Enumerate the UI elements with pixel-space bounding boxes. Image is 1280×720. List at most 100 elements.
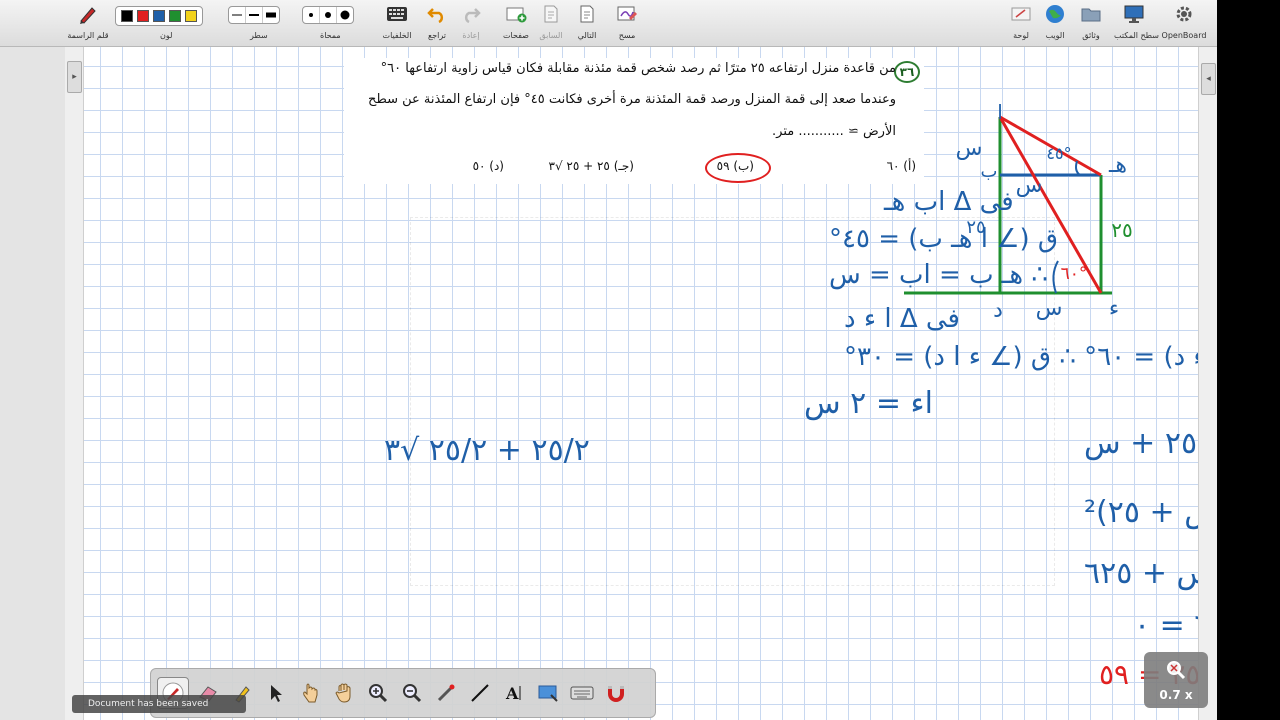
- stylus-line-button[interactable]: [465, 678, 495, 708]
- clear-page-icon: [614, 2, 640, 26]
- folder-icon: [1078, 2, 1104, 26]
- label-s-top: س: [956, 136, 983, 161]
- ink-layer: ا ب هـ د ء س س س ٢٥ ٤٥° ٢٥ ٦٠° فى Δ اب ه…: [384, 100, 1198, 691]
- undo-button[interactable]: تراجع: [422, 2, 452, 40]
- redo-icon: [458, 2, 484, 26]
- text-icon: A: [505, 684, 521, 703]
- right-letterbox: [1217, 0, 1280, 720]
- stylus-laser-button[interactable]: [431, 678, 461, 708]
- zoom-in-icon: [369, 684, 388, 703]
- stylus-select-button[interactable]: [261, 678, 291, 708]
- right-dock-toggle[interactable]: ◂: [1201, 63, 1216, 95]
- web-label: الويب: [1045, 31, 1065, 40]
- ink-step-1: فى Δ اب هـ: [883, 187, 1014, 217]
- label-h: هـ: [1108, 153, 1127, 178]
- zoom-level: 0.7 x: [1159, 688, 1193, 702]
- gear-icon: [1171, 2, 1197, 26]
- label-d: د: [993, 298, 1003, 323]
- board-mode-button[interactable]: لوحة: [1006, 2, 1036, 40]
- color-green-swatch[interactable]: [169, 10, 181, 22]
- pages-label: صفحات: [503, 31, 529, 40]
- svg-text:A: A: [505, 684, 519, 703]
- ink-step-5: ق (∠ ا ء د) = ٦٠° ∴ ق (∠ ء ا د) = ٣٠°: [844, 342, 1198, 372]
- hand-icon: [335, 683, 351, 703]
- ink-step-2: ق (∠ ا هـ ب) = ٤٥°: [829, 224, 1058, 254]
- openboard-menu-button[interactable]: OpenBoard: [1160, 2, 1208, 40]
- arrow-cursor-icon: [271, 685, 282, 702]
- next-page-button[interactable]: التالي: [572, 2, 602, 40]
- stylus-zoom-in-button[interactable]: [363, 678, 393, 708]
- zoom-indicator[interactable]: 0.7 x: [1144, 652, 1208, 708]
- ink-step-9: ٤س² = س² + س² + ٥٠س + ٦٢٥: [1084, 556, 1198, 591]
- ink-step-6: اء = ٢ س: [804, 386, 933, 421]
- ink-step-3: ∴ هـ ب = اب = س: [829, 260, 1048, 290]
- pen-label: قلم الراسمة: [67, 31, 109, 40]
- color-blue-swatch[interactable]: [153, 10, 165, 22]
- ink-step-8: (٢س)² = س² + (س + ٢٥)²: [1084, 495, 1198, 530]
- eraser-small-button[interactable]: [303, 7, 320, 23]
- previous-page-button[interactable]: السابق: [536, 2, 566, 40]
- desktop-label: سطح المكتب: [1114, 31, 1159, 40]
- pages-button[interactable]: صفحات: [500, 2, 532, 40]
- left-dock: ▸: [65, 47, 84, 720]
- color-red-swatch[interactable]: [137, 10, 149, 22]
- pen-icon: [75, 2, 101, 26]
- stylus-keyboard-button[interactable]: [567, 678, 597, 708]
- monitor-icon: [1121, 2, 1147, 26]
- background-label: الخلفيات: [382, 31, 412, 40]
- ink-side-result: ٢٥/٢ + ٢٥/٢ √٣: [384, 433, 590, 468]
- keyboard-grid-icon: [384, 2, 410, 26]
- globe-icon: [1042, 2, 1068, 26]
- right-dock: ◂: [1198, 47, 1217, 720]
- redo-label: إعادة: [462, 31, 480, 40]
- eraser-label: ممحاة: [320, 31, 341, 40]
- stylus-capture-button[interactable]: [533, 678, 563, 708]
- next-page-icon: [574, 2, 600, 26]
- magnet-icon: [608, 686, 624, 702]
- document-saved-toast: Document has been saved: [72, 695, 246, 713]
- whiteboard-canvas[interactable]: ٣٦ من قاعدة منزل ارتفاعه ٢٥ مترًا ثم رصد…: [84, 47, 1198, 720]
- web-mode-button[interactable]: الويب: [1040, 2, 1070, 40]
- line-label: سطر: [250, 31, 268, 40]
- label-s-bottom: س: [1036, 296, 1063, 321]
- eraser-size-selector: [302, 6, 354, 24]
- stylus-hand-button[interactable]: [329, 678, 359, 708]
- redo-button[interactable]: إعادة: [456, 2, 486, 40]
- stylus-zoom-out-button[interactable]: [397, 678, 427, 708]
- label-25-right: ٢٥: [1111, 218, 1132, 242]
- clear-label: مسح: [618, 31, 636, 40]
- line-icon: [471, 684, 489, 702]
- screen-capture-icon: [538, 685, 558, 702]
- documents-mode-button[interactable]: وثائق: [1074, 2, 1108, 40]
- board-label: لوحة: [1013, 31, 1029, 40]
- stylus-text-button[interactable]: A: [499, 678, 529, 708]
- previous-page-icon: [538, 2, 564, 26]
- keyboard-icon: [570, 686, 594, 700]
- color-yellow-swatch[interactable]: [185, 10, 197, 22]
- color-black-swatch[interactable]: [121, 10, 133, 22]
- line-width-selector: [228, 6, 280, 24]
- ink-step-10: ٢س² − ٥٠س − ٦٢٥ = ٠: [1134, 608, 1198, 643]
- clear-page-button[interactable]: مسح: [612, 2, 642, 40]
- color-label: لون: [160, 31, 173, 40]
- line-thick-button[interactable]: [263, 7, 279, 23]
- label-45: ٤٥°: [1046, 144, 1071, 163]
- label-60: ٦٠°: [1061, 264, 1088, 284]
- line-medium-button[interactable]: [246, 7, 263, 23]
- desktop-mode-button[interactable]: سطح المكتب: [1114, 2, 1159, 40]
- label-s-diag: س: [1016, 173, 1043, 198]
- undo-icon: [424, 2, 450, 26]
- undo-label: تراجع: [427, 31, 447, 40]
- documents-label: وثائق: [1082, 31, 1100, 40]
- background-button[interactable]: الخلفيات: [380, 2, 414, 40]
- stylus-magnet-button[interactable]: [601, 678, 631, 708]
- laser-pointer-icon: [437, 684, 455, 702]
- pen-tool-button[interactable]: قلم الراسمة: [66, 2, 110, 40]
- left-dock-toggle[interactable]: ▸: [67, 61, 82, 93]
- main-toolbar: قلم الراسمة لون سطر ممحاة الخلفيات تراجع…: [0, 0, 1217, 47]
- stylus-interact-button[interactable]: [295, 678, 325, 708]
- line-thin-button[interactable]: [229, 7, 246, 23]
- eraser-large-button[interactable]: [337, 7, 353, 23]
- eraser-medium-button[interactable]: [320, 7, 337, 23]
- label-b: ب: [981, 161, 998, 182]
